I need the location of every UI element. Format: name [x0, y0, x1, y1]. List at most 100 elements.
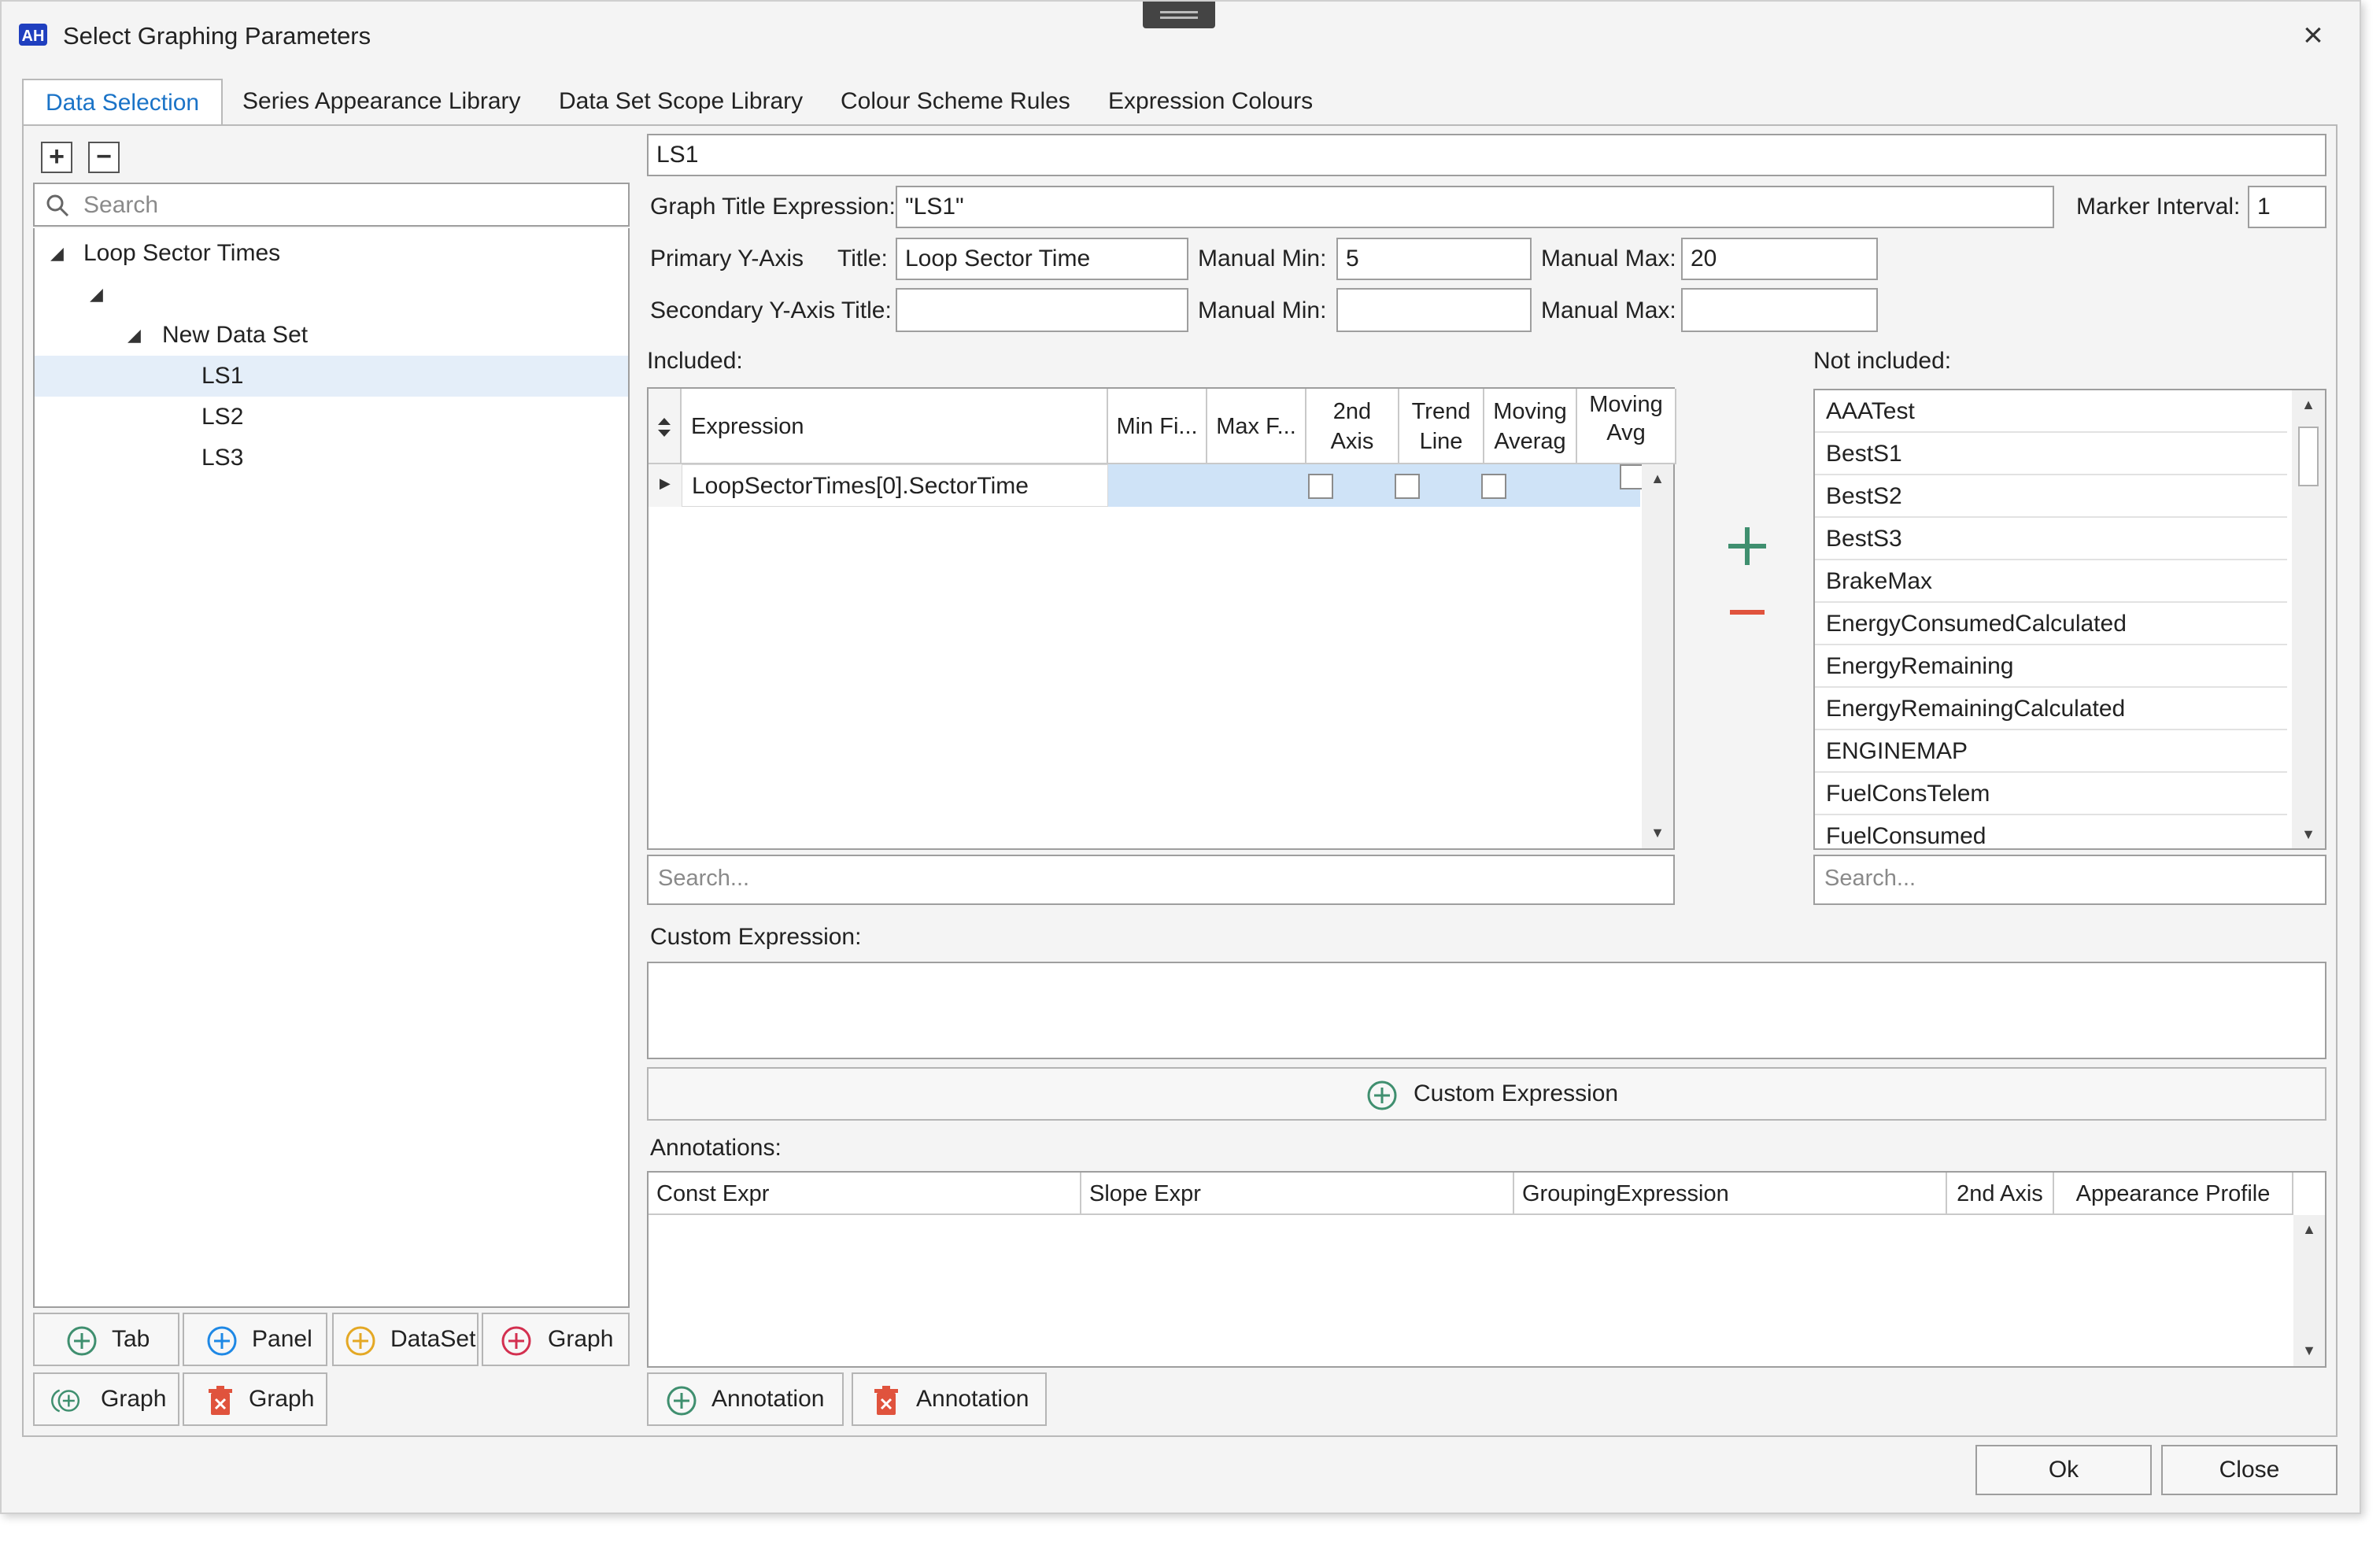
annotations-scrollbar[interactable]: ▲ ▼: [2293, 1215, 2325, 1366]
tab-series-appearance-library[interactable]: Series Appearance Library: [220, 79, 543, 124]
header-line: Axis: [1330, 429, 1374, 454]
second-axis-column-header[interactable]: 2nd Axis: [1306, 389, 1399, 464]
included-search-input[interactable]: Search...: [647, 855, 1675, 905]
app-logo-icon: AH: [19, 24, 47, 46]
not-included-list: AAATest BestS1 BestS2 BestS3 BrakeMax En…: [1813, 389, 2326, 850]
graph-title-input[interactable]: "LS1": [896, 186, 2054, 228]
tree-node-ls1[interactable]: LS1: [35, 356, 628, 397]
scroll-up-icon[interactable]: ▲: [2296, 392, 2321, 417]
not-included-scrollbar[interactable]: ▲ ▼: [2292, 390, 2325, 848]
add-expression-icon[interactable]: [1722, 521, 1772, 571]
expression-column-header[interactable]: Expression: [682, 389, 1108, 464]
not-included-search-input[interactable]: Search...: [1813, 855, 2326, 905]
list-item[interactable]: AAATest: [1815, 390, 2287, 433]
moving-avg-column-header[interactable]: Moving Avg: [1577, 389, 1676, 464]
tree-node-label: LS1: [201, 363, 244, 389]
list-item[interactable]: FuelConsTelem: [1815, 773, 2287, 815]
tree-node-unnamed[interactable]: ◢: [35, 274, 628, 315]
grouping-expression-column-header[interactable]: GroupingExpression: [1514, 1173, 1947, 1215]
trend-line-column-header[interactable]: Trend Line: [1399, 389, 1484, 464]
scroll-thumb[interactable]: [2298, 427, 2319, 486]
add-graph-button[interactable]: Graph: [482, 1313, 630, 1366]
list-item[interactable]: BrakeMax: [1815, 560, 2287, 603]
slope-expr-column-header[interactable]: Slope Expr: [1081, 1173, 1514, 1215]
second-axis-checkbox[interactable]: [1308, 474, 1333, 499]
collapse-all-icon[interactable]: −: [88, 142, 120, 173]
copy-add-icon: [51, 1389, 80, 1413]
annotations-label: Annotations:: [650, 1135, 782, 1161]
list-item[interactable]: BestS2: [1815, 475, 2287, 518]
expression-cell[interactable]: LoopSectorTimes[0].SectorTime: [682, 464, 1108, 507]
list-item[interactable]: ENGINEMAP: [1815, 730, 2287, 773]
header-line: Line: [1419, 429, 1463, 454]
copy-graph-button[interactable]: Graph: [33, 1372, 179, 1426]
scroll-up-icon[interactable]: ▲: [1645, 466, 1670, 491]
delete-graph-button[interactable]: Graph: [183, 1372, 327, 1426]
search-icon: [46, 194, 69, 217]
add-dataset-button[interactable]: DataSet: [332, 1313, 479, 1366]
secondary-manual-max-input[interactable]: [1681, 288, 1878, 332]
sort-column-header[interactable]: [649, 389, 682, 464]
marker-interval-input[interactable]: 1: [2248, 186, 2326, 228]
delete-annotation-button[interactable]: Annotation: [852, 1372, 1047, 1426]
add-panel-button[interactable]: Panel: [183, 1313, 327, 1366]
scroll-up-icon[interactable]: ▲: [2297, 1217, 2322, 1242]
drag-handle[interactable]: [1143, 2, 1215, 28]
header-line: Avg: [1606, 420, 1646, 445]
add-annotation-button[interactable]: Annotation: [647, 1372, 844, 1426]
scroll-down-icon[interactable]: ▼: [2296, 822, 2321, 847]
svg-text:AH: AH: [22, 28, 45, 45]
tree-search-input[interactable]: Search: [33, 183, 630, 227]
const-expr-column-header[interactable]: Const Expr: [649, 1173, 1081, 1215]
secondary-title-input[interactable]: [896, 288, 1188, 332]
expanded-arrow-icon[interactable]: ◢: [50, 233, 64, 274]
scroll-down-icon[interactable]: ▼: [2297, 1338, 2322, 1363]
custom-expression-input[interactable]: [647, 962, 2326, 1059]
close-icon[interactable]: ×: [2293, 16, 2333, 55]
expanded-arrow-icon[interactable]: ◢: [128, 315, 141, 356]
primary-title-label: Title:: [837, 246, 888, 271]
list-item[interactable]: BestS1: [1815, 433, 2287, 475]
primary-manual-max-input[interactable]: 20: [1681, 238, 1878, 280]
remove-expression-icon[interactable]: [1722, 587, 1772, 637]
tree-node-ls2[interactable]: LS2: [35, 397, 628, 438]
scroll-down-icon[interactable]: ▼: [1645, 820, 1670, 845]
add-circle-icon: [67, 1326, 97, 1356]
tree-node-loop-sector-times[interactable]: ◢ Loop Sector Times: [35, 233, 628, 274]
moving-average-checkbox[interactable]: [1481, 474, 1506, 499]
primary-title-input[interactable]: Loop Sector Time: [896, 238, 1188, 280]
add-custom-expression-button[interactable]: Custom Expression: [647, 1067, 2326, 1121]
primary-manual-min-input[interactable]: 5: [1336, 238, 1532, 280]
list-item[interactable]: FuelConsumed: [1815, 815, 2287, 848]
expand-all-icon[interactable]: +: [41, 142, 72, 173]
ok-button[interactable]: Ok: [1975, 1445, 2152, 1495]
tab-expression-colours[interactable]: Expression Colours: [1086, 79, 1335, 124]
list-item[interactable]: EnergyRemaining: [1815, 645, 2287, 688]
add-circle-icon: [667, 1386, 697, 1416]
tab-data-set-scope-library[interactable]: Data Set Scope Library: [537, 79, 825, 124]
trend-line-checkbox[interactable]: [1395, 474, 1420, 499]
dataset-name-input[interactable]: LS1: [647, 134, 2326, 176]
close-button[interactable]: Close: [2161, 1445, 2338, 1495]
title-bar: AH Select Graphing Parameters ×: [2, 2, 2360, 72]
included-scrollbar[interactable]: ▲ ▼: [1642, 464, 1673, 848]
expanded-arrow-icon[interactable]: ◢: [90, 274, 103, 315]
list-item[interactable]: EnergyConsumedCalculated: [1815, 603, 2287, 645]
list-item[interactable]: BestS3: [1815, 518, 2287, 560]
list-item[interactable]: EnergyRemainingCalculated: [1815, 688, 2287, 730]
max-f-column-header[interactable]: Max F...: [1207, 389, 1306, 464]
secondary-manual-min-input[interactable]: [1336, 288, 1532, 332]
tab-colour-scheme-rules[interactable]: Colour Scheme Rules: [819, 79, 1092, 124]
marker-interval-label: Marker Interval:: [2076, 194, 2241, 220]
add-tab-button[interactable]: Tab: [33, 1313, 179, 1366]
min-fi-column-header[interactable]: Min Fi...: [1108, 389, 1207, 464]
tree-node-new-data-set[interactable]: ◢ New Data Set: [35, 315, 628, 356]
tree-node-ls3[interactable]: LS3: [35, 438, 628, 478]
second-axis-column-header[interactable]: 2nd Axis: [1947, 1173, 2054, 1215]
row-expander[interactable]: ▶: [649, 464, 682, 507]
tree-node-label: Loop Sector Times: [83, 240, 281, 266]
moving-average-column-header[interactable]: Moving Averag: [1484, 389, 1577, 464]
annotations-grid: Const Expr Slope Expr GroupingExpression…: [647, 1171, 2326, 1368]
tab-data-selection[interactable]: Data Selection: [22, 79, 224, 127]
appearance-profile-column-header[interactable]: Appearance Profile: [2054, 1173, 2293, 1215]
